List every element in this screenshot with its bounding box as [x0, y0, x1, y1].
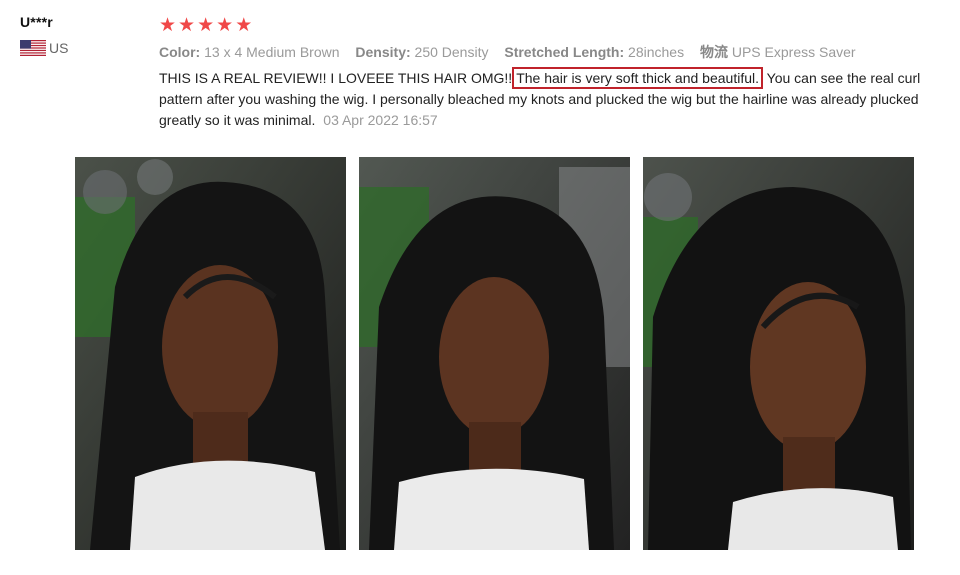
attr-length: Stretched Length: 28inches	[504, 44, 685, 60]
photo-image	[75, 157, 346, 550]
highlighted-sentence: The hair is very soft thick and beautifu…	[512, 67, 763, 89]
star-icon: ★	[235, 14, 253, 36]
review-photo-2[interactable]	[359, 157, 630, 550]
star-rating: ★ ★ ★ ★ ★	[159, 14, 949, 36]
star-icon: ★	[197, 14, 215, 36]
review-date: 03 Apr 2022 16:57	[323, 112, 438, 128]
star-icon: ★	[178, 14, 196, 36]
reviewer-info: U***r US	[20, 14, 140, 56]
review-text: THIS IS A REAL REVIEW!! I LOVEEE THIS HA…	[159, 67, 949, 131]
photo-image	[643, 157, 914, 550]
review-photo-3[interactable]	[643, 157, 914, 550]
reviewer-country: US	[20, 40, 140, 56]
product-attributes: Color: 13 x 4 Medium Brown Density: 250 …	[159, 42, 949, 62]
attr-shipping: 物流 UPS Express Saver	[699, 44, 856, 60]
us-flag-icon	[20, 40, 46, 56]
review-photo-1[interactable]	[75, 157, 346, 550]
review-text-start: THIS IS A REAL REVIEW!! I LOVEEE THIS HA…	[159, 70, 513, 86]
attr-density: Density: 250 Density	[355, 44, 489, 60]
review-photos	[75, 157, 914, 550]
country-code: US	[49, 40, 69, 56]
photo-image	[359, 157, 630, 550]
attr-color: Color: 13 x 4 Medium Brown	[159, 44, 340, 60]
star-icon: ★	[159, 14, 177, 36]
star-icon: ★	[216, 14, 234, 36]
review-body: ★ ★ ★ ★ ★ Color: 13 x 4 Medium Brown Den…	[159, 14, 949, 131]
reviewer-name: U***r	[20, 14, 53, 30]
